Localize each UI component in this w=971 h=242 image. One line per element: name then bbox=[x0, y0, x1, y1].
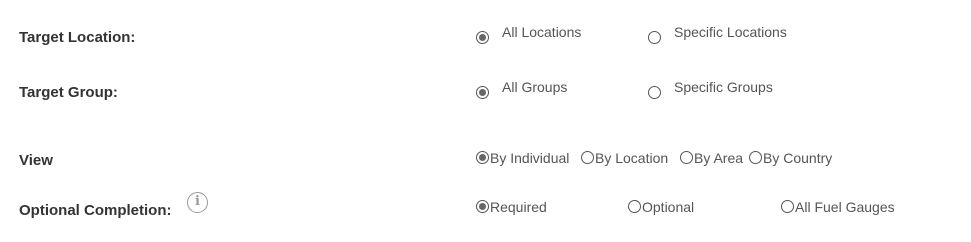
radio-circle[interactable] bbox=[628, 199, 641, 213]
radio-circle[interactable] bbox=[680, 150, 693, 164]
radio-specific-locations-label: Specific Locations bbox=[674, 23, 787, 40]
radio-circle[interactable] bbox=[476, 31, 489, 44]
radio-optional[interactable]: Optional bbox=[628, 199, 695, 215]
radio-by-location[interactable]: By Location bbox=[581, 150, 669, 166]
optional-completion-label: Optional Completion: bbox=[19, 202, 172, 219]
radio-all-locations[interactable]: All Locations bbox=[476, 25, 581, 44]
radio-circle[interactable] bbox=[648, 86, 661, 99]
view-label: View bbox=[19, 152, 53, 169]
radio-circle[interactable] bbox=[476, 199, 489, 213]
radio-circle[interactable] bbox=[749, 150, 762, 164]
target-location-label: Target Location: bbox=[19, 29, 136, 46]
radio-circle[interactable] bbox=[781, 199, 794, 213]
radio-by-area-label: By Area bbox=[694, 150, 744, 166]
radio-all-fuel-gauges-label: All Fuel Gauges bbox=[795, 199, 895, 215]
radio-by-country-label: By Country bbox=[763, 150, 833, 166]
radio-by-country[interactable]: By Country bbox=[749, 150, 833, 166]
radio-required[interactable]: Required bbox=[476, 199, 547, 215]
radio-optional-label: Optional bbox=[642, 199, 695, 215]
radio-required-label: Required bbox=[490, 199, 547, 215]
radio-circle[interactable] bbox=[581, 150, 594, 164]
radio-all-locations-label: All Locations bbox=[502, 23, 582, 40]
info-icon[interactable]: i bbox=[187, 192, 208, 213]
radio-by-area[interactable]: By Area bbox=[680, 150, 744, 166]
radio-circle[interactable] bbox=[476, 86, 489, 99]
radio-by-individual[interactable]: By Individual bbox=[476, 150, 570, 166]
target-group-label: Target Group: bbox=[19, 84, 118, 101]
radio-all-groups-label: All Groups bbox=[502, 78, 568, 95]
radio-circle[interactable] bbox=[476, 150, 489, 164]
radio-specific-groups-label: Specific Groups bbox=[674, 78, 773, 95]
radio-circle[interactable] bbox=[648, 31, 661, 44]
radio-by-individual-label: By Individual bbox=[490, 150, 570, 166]
radio-specific-groups[interactable]: Specific Groups bbox=[648, 80, 773, 99]
radio-all-fuel-gauges[interactable]: All Fuel Gauges bbox=[781, 199, 895, 215]
radio-by-location-label: By Location bbox=[595, 150, 669, 166]
radio-all-groups[interactable]: All Groups bbox=[476, 80, 567, 99]
radio-specific-locations[interactable]: Specific Locations bbox=[648, 25, 787, 44]
